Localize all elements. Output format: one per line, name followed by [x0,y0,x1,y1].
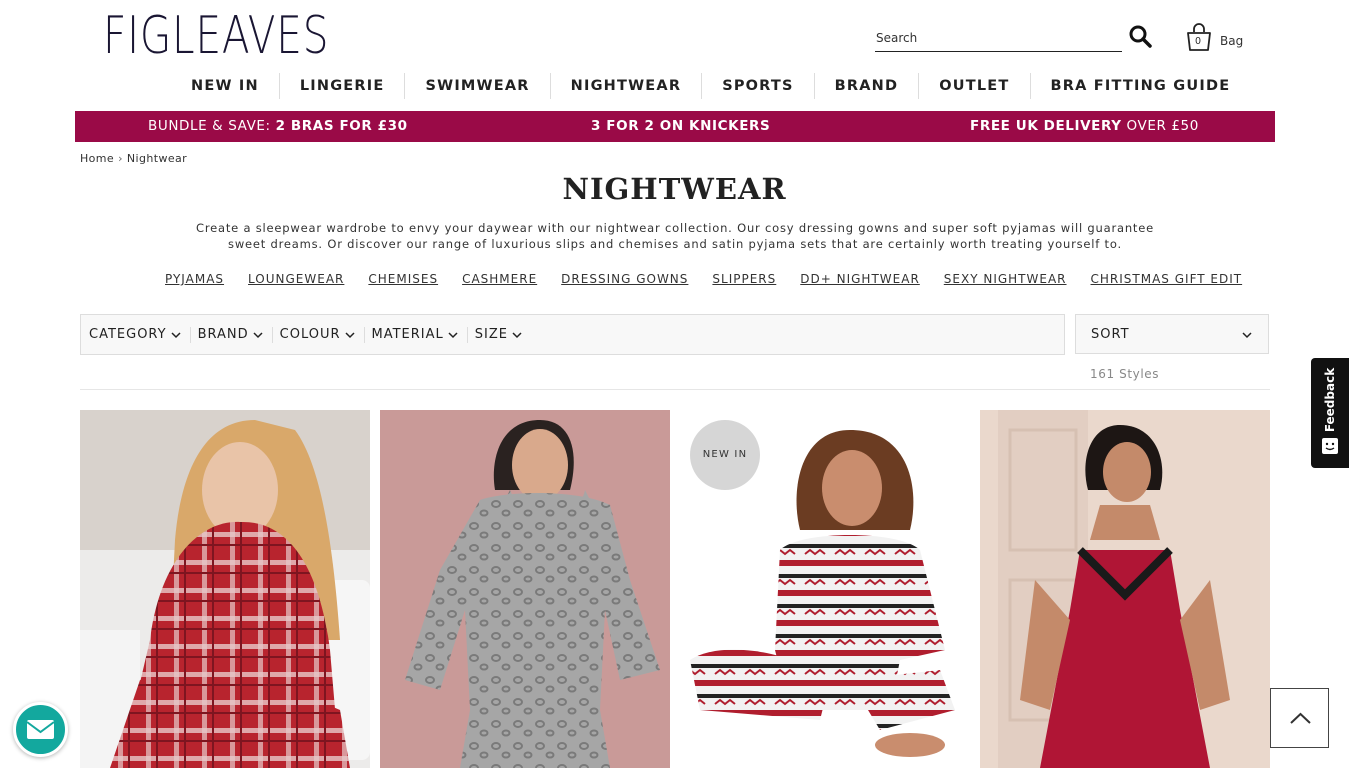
nav-item-nightwear[interactable]: NIGHTWEAR [549,73,702,99]
subcat-loungewear[interactable]: LOUNGEWEAR [248,272,344,286]
product-grid: NEW IN [80,410,1270,768]
subcat-chemises[interactable]: CHEMISES [368,272,438,286]
chat-button[interactable] [13,702,68,757]
product-card[interactable] [80,410,370,768]
feedback-label: Feedback [1323,367,1337,433]
promo-banner: BUNDLE & SAVE: 2 BRAS FOR £30 3 FOR 2 ON… [75,111,1275,142]
back-to-top-button[interactable] [1270,688,1329,748]
filter-size[interactable]: SIZE [475,327,531,343]
subcat-sexy-nightwear[interactable]: SEXY NIGHTWEAR [944,272,1067,286]
chevron-down-icon [344,331,355,338]
nav-item-brand[interactable]: BRAND [813,73,919,99]
filter-category[interactable]: CATEGORY [89,326,191,343]
filter-material-label: MATERIAL [371,326,444,342]
subcat-dd-nightwear[interactable]: DD+ NIGHTWEAR [800,272,920,286]
subcat-christmas-gift-edit[interactable]: CHRISTMAS GIFT EDIT [1091,272,1243,286]
promo-delivery-suffix: OVER £50 [1121,118,1199,134]
subcat-slippers[interactable]: SLIPPERS [712,272,776,286]
sort-label: SORT [1091,327,1130,342]
filter-bar: CATEGORY BRAND COLOUR MATERIAL SIZE [80,314,1065,355]
category-intro: Create a sleepwear wardrobe to envy your… [196,221,1154,251]
chevron-up-icon [1290,712,1311,724]
chevron-down-icon [171,331,181,338]
subcat-cashmere[interactable]: CASHMERE [462,272,537,286]
subcategory-links: PYJAMAS LOUNGEWEAR CHEMISES CASHMERE DRE… [165,272,1266,286]
nav-item-sports[interactable]: SPORTS [701,73,813,99]
product-card[interactable] [980,410,1270,768]
promo-bundle[interactable]: BUNDLE & SAVE: 2 BRAS FOR £30 [148,118,408,134]
chevron-down-icon [448,331,458,338]
filter-brand[interactable]: BRAND [197,326,273,343]
page-title: NIGHTWEAR [562,172,787,206]
feedback-tab[interactable]: Feedback [1311,358,1349,468]
promo-bundle-offer: 2 BRAS FOR £30 [275,118,408,134]
breadcrumb-home[interactable]: Home [80,152,114,165]
promo-knickers-offer: 3 FOR 2 ON KNICKERS [591,118,771,134]
product-image-red-satin-chemise[interactable] [980,410,1270,768]
promo-delivery-offer: FREE UK DELIVERY [970,118,1122,134]
product-image-grey-leopard-loungewear[interactable] [380,410,670,768]
new-in-badge: NEW IN [690,420,760,490]
promo-bundle-prefix: BUNDLE & SAVE: [148,118,276,134]
filter-colour[interactable]: COLOUR [279,326,365,343]
search-icon[interactable] [1128,24,1154,50]
nav-item-new-in[interactable]: NEW IN [171,73,279,99]
search-box [875,26,1122,52]
nav-item-swimwear[interactable]: SWIMWEAR [404,73,549,99]
product-card[interactable]: NEW IN [680,410,970,768]
filter-category-label: CATEGORY [89,326,167,342]
subcat-dressing-gowns[interactable]: DRESSING GOWNS [561,272,688,286]
filter-size-label: SIZE [474,326,508,342]
sort-dropdown[interactable]: SORT [1075,314,1269,354]
product-card[interactable] [380,410,670,768]
nav-item-outlet[interactable]: OUTLET [918,73,1029,99]
nav-item-lingerie[interactable]: LINGERIE [278,73,405,99]
promo-delivery[interactable]: FREE UK DELIVERY OVER £50 [970,118,1199,134]
nav-item-bra-fitting-guide[interactable]: BRA FITTING GUIDE [1029,73,1251,99]
chevron-down-icon [512,331,522,338]
filter-colour-label: COLOUR [279,326,341,342]
main-nav: NEW IN LINGERIE SWIMWEAR NIGHTWEAR SPORT… [171,72,1250,100]
breadcrumb-current: Nightwear [126,152,188,165]
bag-button[interactable]: 0 Bag [1185,22,1255,52]
feedback-smile-icon [1322,438,1338,454]
bag-count: 0 [1195,36,1201,47]
promo-knickers[interactable]: 3 FOR 2 ON KNICKERS [591,118,770,134]
site-header: FIGLEAVES 0 Bag NEW IN LINGERIE SWIMWEAR… [0,0,1349,110]
product-image-red-check-pyjamas[interactable] [80,410,370,768]
filter-material[interactable]: MATERIAL [371,326,468,343]
site-logo[interactable]: FIGLEAVES [103,6,329,66]
breadcrumb: Home › Nightwear [80,152,187,165]
styles-count: 161 Styles [1090,367,1160,381]
breadcrumb-separator: › [118,152,123,165]
subcat-pyjamas[interactable]: PYJAMAS [165,272,224,286]
search-input[interactable] [875,26,1122,50]
chevron-down-icon [253,331,263,338]
filter-brand-label: BRAND [197,326,249,342]
mail-icon [26,720,55,739]
divider [80,389,1270,390]
chevron-down-icon [1242,332,1252,339]
bag-label: Bag [1220,34,1244,48]
